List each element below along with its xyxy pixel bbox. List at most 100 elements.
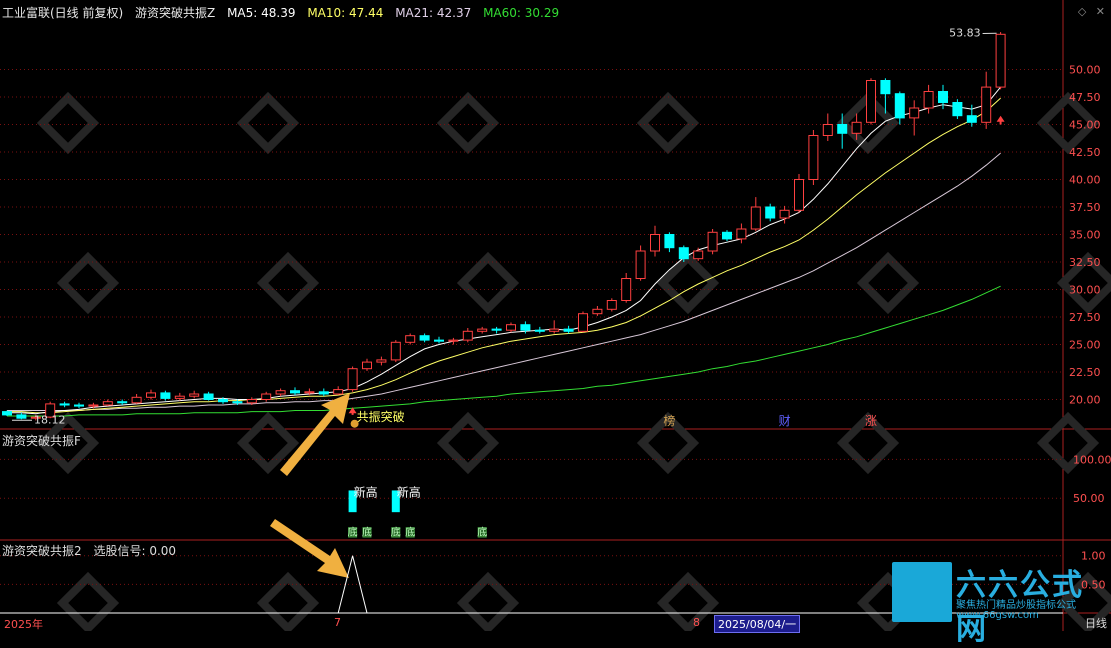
candle-body xyxy=(147,393,156,397)
price-tick-label: 27.50 xyxy=(1069,311,1101,324)
sub2-title[interactable]: 游资突破共振2 xyxy=(2,544,82,558)
candle-body xyxy=(420,336,429,340)
candle-body xyxy=(823,125,832,136)
candle-body xyxy=(478,329,487,331)
candle-body xyxy=(895,94,904,118)
indicator-name[interactable]: 游资突破共振Z xyxy=(135,6,215,20)
candle-body xyxy=(708,232,717,251)
price-tick-label: 20.00 xyxy=(1069,394,1101,407)
candle-body xyxy=(550,329,559,331)
candle-body xyxy=(996,34,1005,87)
watermark-mark xyxy=(43,98,94,149)
price-tick-label: 37.50 xyxy=(1069,201,1101,214)
candle-body xyxy=(492,329,501,330)
candle-body xyxy=(636,251,645,279)
settings-icon[interactable]: ◇ xyxy=(1078,5,1086,18)
candle-body xyxy=(262,394,271,400)
price-tick-label: 22.50 xyxy=(1069,366,1101,379)
sub1-marker-label: 底 xyxy=(348,525,358,538)
candle-body xyxy=(651,235,660,252)
ma5-value: MA5: 48.39 xyxy=(227,6,295,20)
candle-body xyxy=(867,81,876,123)
price-tick-label: 50.00 xyxy=(1069,64,1101,77)
candle-body xyxy=(377,360,386,362)
ma60-line xyxy=(7,286,1001,416)
candle-body xyxy=(910,108,919,118)
logo-mark-icon xyxy=(892,562,952,622)
watermark-mark xyxy=(663,258,714,309)
candle-body xyxy=(795,180,804,211)
candle-body xyxy=(449,340,458,341)
candle-body xyxy=(982,87,991,122)
candle-body xyxy=(363,362,372,369)
candle-body xyxy=(132,397,141,403)
month-7-label: 7 xyxy=(334,616,341,629)
candle-body xyxy=(435,340,444,341)
candle-body xyxy=(780,210,789,218)
candle-body xyxy=(967,116,976,123)
logo-url: www.66gsw.com xyxy=(956,610,1039,621)
candle-body xyxy=(75,405,84,406)
candle-body xyxy=(334,390,343,394)
close-icon[interactable]: ✕ xyxy=(1096,5,1105,18)
stock-name[interactable]: 工业富联(日线 前复权) xyxy=(2,6,123,20)
candle-body xyxy=(233,402,242,403)
candle-body xyxy=(881,81,890,94)
candle-body xyxy=(175,396,184,398)
month-8-label: 8 xyxy=(693,616,700,629)
watermark-mark xyxy=(243,418,294,469)
watermark-mark xyxy=(443,98,494,149)
min-price-label: 18.12 xyxy=(34,413,66,426)
candle-body xyxy=(276,391,285,394)
candle-body xyxy=(809,136,818,180)
watermark-mark xyxy=(643,98,694,149)
candle-body xyxy=(679,248,688,259)
badge-cai: 财 xyxy=(779,414,791,428)
sub1-marker-label: 底 xyxy=(405,525,415,538)
candle-body xyxy=(3,412,12,415)
candle-body xyxy=(103,402,112,405)
candle-body xyxy=(219,400,228,402)
candle-body xyxy=(694,251,703,259)
candle-body xyxy=(348,369,357,390)
site-logo: 六六公式网 聚焦热门精品炒股指标公式 www.66gsw.com xyxy=(892,560,1110,626)
logo-subtitle: 聚焦热门精品炒股指标公式 xyxy=(956,596,1076,611)
sub1-new-high-label: 新高 xyxy=(397,485,421,500)
price-tick-label: 25.00 xyxy=(1069,339,1101,352)
sub1-tick-label: 100.00 xyxy=(1073,453,1111,466)
price-tick-label: 32.50 xyxy=(1069,256,1101,269)
sub1-marker-label: 底 xyxy=(477,525,487,538)
sub1-title[interactable]: 游资突破共振F xyxy=(2,434,81,448)
max-price-label: 53.83 xyxy=(949,27,981,40)
window-buttons: ◇ ✕ xyxy=(1072,5,1105,18)
ma10-value: MA10: 47.44 xyxy=(307,6,383,20)
candle-body xyxy=(838,125,847,134)
sub1-marker-label: 底 xyxy=(391,525,401,538)
candle-body xyxy=(190,394,199,396)
watermark-mark xyxy=(243,98,294,149)
annotation-arrow-icon xyxy=(270,519,349,578)
year-label: 2025年 xyxy=(4,616,43,632)
candle-body xyxy=(737,229,746,239)
candle-body xyxy=(507,325,516,331)
candle-body xyxy=(406,336,415,343)
candle-body xyxy=(593,309,602,313)
badge-zhang: 涨 xyxy=(865,413,877,428)
candle-body xyxy=(319,392,328,394)
candle-body xyxy=(204,394,213,400)
candle-body xyxy=(607,301,616,310)
candle-body xyxy=(751,207,760,229)
price-tick-label: 30.00 xyxy=(1069,284,1101,297)
signal-dot xyxy=(351,420,359,428)
watermark-mark xyxy=(263,258,314,309)
candle-body xyxy=(924,92,933,109)
candle-body xyxy=(17,415,26,418)
candle-body xyxy=(939,92,948,103)
watermark-mark xyxy=(463,258,514,309)
sub1-marker-label: 底 xyxy=(362,525,372,538)
ma21-value: MA21: 42.37 xyxy=(395,6,471,20)
price-tick-label: 40.00 xyxy=(1069,174,1101,187)
candle-body xyxy=(391,342,400,360)
price-tick-label: 45.00 xyxy=(1069,119,1101,132)
price-tick-label: 42.50 xyxy=(1069,146,1101,159)
